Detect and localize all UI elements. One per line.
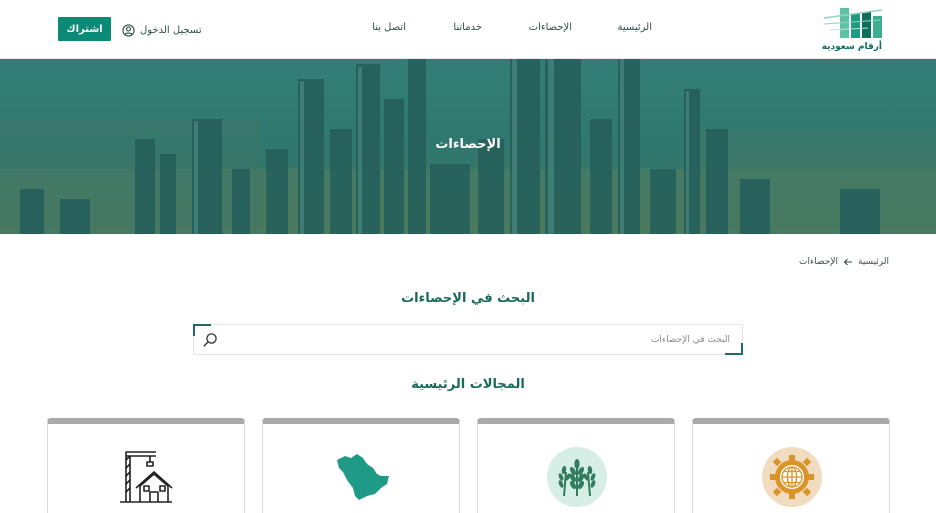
agriculture-wheat-icon (547, 447, 607, 507)
breadcrumb: الرئيسية الإحصاءات (799, 257, 889, 267)
economy-globe-gear-icon (762, 447, 822, 507)
logo-text: أرقام سعودية (821, 42, 882, 52)
sector-card-geography[interactable] (262, 418, 460, 513)
sector-card-agriculture[interactable] (477, 418, 675, 513)
sector-card-real-estate[interactable] (47, 418, 245, 513)
sector-card-economy[interactable] (692, 418, 890, 513)
nav-services[interactable]: خدماتنا (453, 22, 482, 33)
breadcrumb-home[interactable]: الرئيسية (858, 257, 889, 267)
sectors-title: المجالات الرئيسية (411, 377, 525, 392)
saudi-map-icon (337, 454, 389, 500)
site-header: أرقام سعودية الرئيسية الإحصاءات خدماتنا … (0, 0, 936, 59)
search-icon[interactable] (202, 332, 218, 348)
hero-title: الإحصاءات (435, 137, 501, 152)
search-box (193, 324, 743, 355)
real-estate-crane-house-icon (120, 451, 173, 503)
subscribe-button[interactable]: اشتراك (58, 17, 111, 41)
user-circle-icon (122, 23, 135, 37)
nav-statistics[interactable]: الإحصاءات (529, 22, 572, 33)
breadcrumb-current: الإحصاءات (799, 257, 838, 267)
login-link[interactable]: تسجيل الدخول (122, 22, 202, 38)
search-input[interactable] (222, 329, 730, 351)
login-label: تسجيل الدخول (140, 24, 202, 36)
arrow-left-icon (843, 258, 852, 266)
hero-banner: الإحصاءات (0, 59, 936, 234)
nav-home[interactable]: الرئيسية (618, 22, 652, 33)
nav-contact[interactable]: اتصل بنا (372, 22, 406, 33)
search-title: البحث في الإحصاءات (401, 291, 535, 306)
